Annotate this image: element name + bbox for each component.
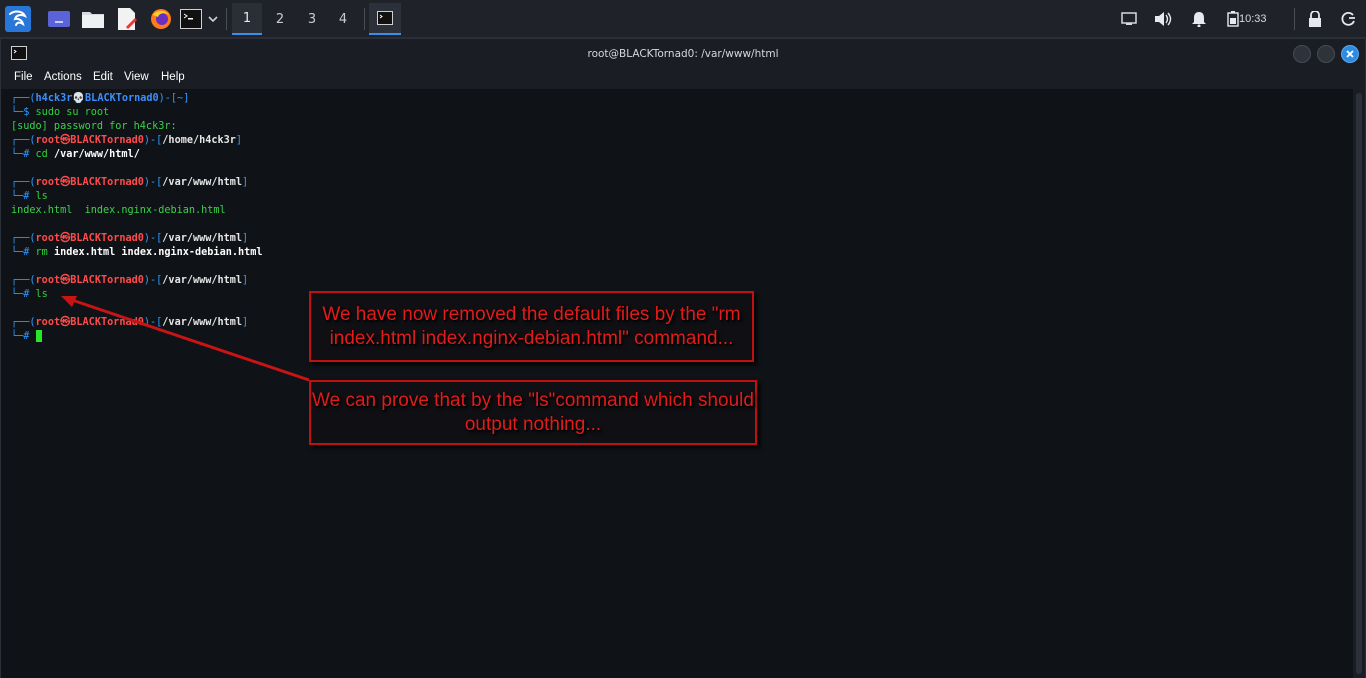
workspace-2[interactable]: 2 — [265, 3, 295, 35]
window-title: root@BLACKTornad0: /var/www/html — [587, 48, 779, 60]
menu-edit[interactable]: Edit — [93, 71, 113, 83]
top-panel: 1 2 3 4 10:33 — [0, 0, 1366, 38]
workspace-3[interactable]: 3 — [297, 3, 327, 35]
clock[interactable]: 10:33 — [1239, 3, 1267, 35]
terminal-task-icon[interactable] — [369, 3, 401, 35]
notification-bell-icon[interactable] — [1188, 3, 1210, 35]
panel-separator — [1294, 8, 1295, 30]
kali-menu-icon[interactable] — [2, 3, 34, 35]
terminal-window: root@BLACKTornad0: /var/www/html File Ac… — [0, 38, 1366, 678]
terminal-area[interactable]: ┌──(h4ck3r💀BLACKTornad0)-[~] └─$ sudo su… — [1, 89, 1353, 678]
lock-icon[interactable] — [1304, 3, 1326, 35]
firefox-icon[interactable] — [148, 3, 174, 35]
menu-help[interactable]: Help — [161, 71, 185, 83]
menu-view[interactable]: View — [124, 71, 149, 83]
power-icon[interactable] — [1338, 3, 1360, 35]
menu-actions[interactable]: Actions — [44, 71, 82, 83]
minimize-button[interactable] — [1293, 45, 1311, 63]
close-icon — [1346, 50, 1354, 58]
workspace-4[interactable]: 4 — [328, 3, 358, 35]
volume-icon[interactable] — [1152, 3, 1174, 35]
annotation-note: We have now removed the default files by… — [309, 291, 754, 362]
annotation-note: We can prove that by the "ls"command whi… — [309, 380, 757, 445]
network-icon[interactable] — [1118, 3, 1140, 35]
scrollbar[interactable] — [1353, 89, 1365, 678]
title-bar[interactable]: root@BLACKTornad0: /var/www/html — [1, 39, 1365, 69]
panel-separator — [364, 8, 365, 30]
menu-bar: File Actions Edit View Help — [1, 69, 1365, 89]
workspace-icon[interactable] — [46, 3, 72, 35]
scrollbar-thumb[interactable] — [1356, 93, 1362, 674]
chevron-down-icon[interactable] — [205, 3, 221, 35]
workspace-1[interactable]: 1 — [232, 3, 262, 35]
terminal-icon[interactable] — [179, 3, 203, 35]
panel-separator — [226, 8, 227, 30]
menu-file[interactable]: File — [14, 71, 33, 83]
text-editor-icon[interactable] — [114, 3, 140, 35]
file-manager-icon[interactable] — [80, 3, 106, 35]
close-button[interactable] — [1341, 45, 1359, 63]
maximize-button[interactable] — [1317, 45, 1335, 63]
